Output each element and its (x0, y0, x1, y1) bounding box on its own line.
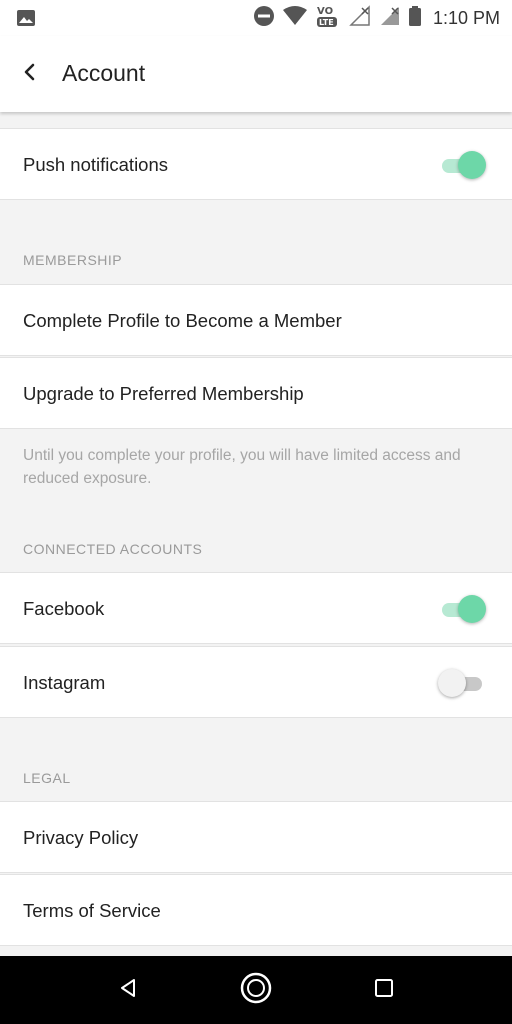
back-chevron-icon (22, 62, 38, 87)
toggle-thumb (458, 595, 486, 623)
membership-note: Until you complete your profile, you wil… (23, 447, 461, 487)
back-button[interactable] (14, 58, 46, 90)
system-nav-bar (0, 956, 512, 1024)
terms-of-service-label: Terms of Service (23, 900, 161, 921)
membership-section-header: MEMBERSHIP (23, 252, 123, 268)
instagram-toggle[interactable] (438, 669, 484, 697)
signal-icon (379, 5, 401, 32)
do-not-disturb-icon (253, 5, 275, 32)
facebook-label: Facebook (23, 598, 105, 619)
toggle-thumb (438, 669, 466, 697)
app-bar: Account (0, 36, 512, 112)
upgrade-membership-label: Upgrade to Preferred Membership (23, 383, 304, 404)
facebook-row[interactable]: Facebook (0, 572, 512, 644)
push-notifications-row[interactable]: Push notifications (0, 128, 512, 200)
recents-square-icon (374, 978, 394, 1003)
settings-list[interactable]: Push notifications MEMBERSHIP Complete P… (0, 112, 512, 956)
privacy-policy-row[interactable]: Privacy Policy (0, 801, 512, 873)
status-bar: VO LTE 1:10 PM (0, 0, 512, 36)
instagram-label: Instagram (23, 672, 106, 693)
svg-text:LTE: LTE (319, 18, 334, 27)
toggle-thumb (458, 151, 486, 179)
legal-section-header: LEGAL (23, 770, 71, 786)
push-notifications-label: Push notifications (23, 154, 169, 175)
wifi-icon (282, 5, 307, 31)
svg-text:VO: VO (317, 6, 333, 17)
complete-profile-row[interactable]: Complete Profile to Become a Member (0, 284, 512, 356)
page-title: Account (62, 60, 146, 86)
nav-home-button[interactable] (236, 970, 276, 1010)
facebook-toggle[interactable] (440, 595, 486, 623)
back-triangle-icon (117, 977, 139, 1004)
home-circle-icon (239, 971, 273, 1010)
push-notifications-toggle[interactable] (440, 151, 486, 179)
connected-accounts-section-header: CONNECTED ACCOUNTS (23, 541, 203, 557)
volte-icon: VO LTE (315, 3, 341, 34)
signal-icon (349, 4, 371, 32)
image-notification-icon (16, 8, 36, 33)
nav-recents-button[interactable] (364, 970, 404, 1010)
complete-profile-label: Complete Profile to Become a Member (23, 310, 342, 331)
terms-of-service-row[interactable]: Terms of Service (0, 874, 512, 946)
battery-icon (408, 5, 421, 31)
upgrade-membership-row[interactable]: Upgrade to Preferred Membership (0, 357, 512, 429)
instagram-row[interactable]: Instagram (0, 646, 512, 718)
nav-back-button[interactable] (108, 970, 148, 1010)
privacy-policy-label: Privacy Policy (23, 827, 139, 848)
status-icons: VO LTE 1:10 PM (253, 4, 500, 32)
status-time: 1:10 PM (432, 7, 500, 28)
